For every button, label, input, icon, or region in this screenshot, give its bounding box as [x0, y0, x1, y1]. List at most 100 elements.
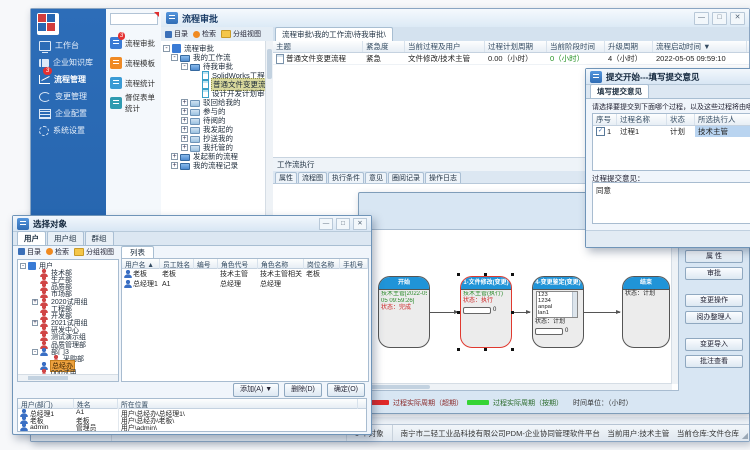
search-button[interactable]: 检索 — [192, 29, 217, 39]
exec-tab[interactable]: 流程图 — [298, 172, 327, 183]
tree-expander[interactable]: + — [181, 108, 188, 115]
dialog-titlebar[interactable]: 选择对象 — □ ✕ — [13, 216, 371, 232]
selection-handle[interactable] — [484, 273, 487, 276]
user-row[interactable]: 总经理1 A1 总经理 总经理 — [122, 279, 368, 289]
process-row[interactable]: ✓1 过程1 计划 技术主管 — [593, 126, 750, 137]
workflow-canvas[interactable]: 开始 技术主管[2022-05- 05 09:59:26] 状态：完成 1-文件… — [365, 229, 679, 391]
tab-users[interactable]: 用户 — [17, 231, 46, 245]
tree-expander[interactable]: + — [181, 144, 188, 151]
column-header[interactable]: 紧急度 — [363, 41, 405, 52]
opinion-textarea[interactable]: 同意 — [592, 182, 750, 224]
tree-expander[interactable]: - — [20, 263, 26, 269]
workflow-action-button[interactable]: 审批 — [685, 267, 743, 280]
workflow-action-button[interactable]: 变更操作 — [685, 294, 743, 307]
selection-handle[interactable] — [511, 348, 514, 351]
tree-expander[interactable]: + — [171, 162, 178, 169]
tree-expander[interactable]: - — [163, 45, 170, 52]
menu-item-process-stats[interactable]: 流程统计 — [110, 75, 159, 91]
list-tab[interactable]: 列表 — [121, 246, 154, 258]
column-header[interactable]: 岗位名称 — [304, 259, 340, 269]
column-header[interactable]: 当前过程及用户 — [405, 41, 485, 52]
workflow-action-button[interactable]: 阅办整理人 — [685, 311, 743, 324]
exec-tab[interactable]: 执行条件 — [328, 172, 364, 183]
executor-cell[interactable]: 技术主管 — [698, 126, 728, 137]
minimize-button[interactable]: — — [319, 218, 333, 230]
menu-item-process-approval[interactable]: 流程审批3 — [110, 35, 159, 51]
workflow-node-start[interactable]: 开始 技术主管[2022-05- 05 09:59:26] 状态：完成 — [378, 276, 430, 348]
close-button[interactable]: ✕ — [730, 12, 745, 25]
workflow-node-file-modify[interactable]: 1-文件修改(变更) 技术主管(执行) 状态：执行 0 — [460, 276, 512, 348]
column-header[interactable]: 流程启动时间 ▼ — [653, 41, 747, 52]
maximize-button[interactable]: □ — [712, 12, 727, 25]
sidebar-item-workbench[interactable]: 工作台 — [31, 37, 106, 54]
tree-expander[interactable]: + — [181, 126, 188, 133]
exec-tab[interactable]: 属性 — [275, 172, 297, 183]
minimize-button[interactable]: — — [694, 12, 709, 25]
sidebar-item-system-settings[interactable]: 系统设置 — [31, 122, 106, 139]
menu-item-process-template[interactable]: 流程模板 — [110, 55, 159, 71]
tree-item[interactable]: + 我的流程记录 — [161, 161, 273, 170]
canvas-hscrollbar[interactable] — [366, 383, 672, 390]
close-button[interactable]: ✕ — [353, 218, 367, 230]
tab-fill-opinion[interactable]: 填写提交意见 — [590, 84, 649, 98]
sidebar-item-knowledge[interactable]: 企业知识库 — [31, 54, 106, 71]
group-view-button[interactable]: 分组视图 — [73, 247, 115, 257]
panel-titlebar[interactable]: 流程审批 — □ ✕ — [161, 9, 749, 28]
tree-hscrollbar[interactable] — [18, 374, 118, 381]
sidebar-item-enterprise-config[interactable]: 企业配置 — [31, 105, 106, 122]
column-header[interactable]: 升级周期 — [605, 41, 653, 52]
menu-item-form-stats[interactable]: 督促表单统计 — [110, 95, 159, 111]
selection-handle[interactable] — [457, 273, 460, 276]
tree-expander[interactable]: + — [181, 135, 188, 142]
workflow-action-button[interactable]: 变更导入 — [685, 338, 743, 351]
exec-tab[interactable]: 操作日志 — [425, 172, 461, 183]
catalog-button[interactable]: 目录 — [17, 247, 42, 257]
selected-user-row[interactable]: admin 管理员 用户\admin\ — [18, 424, 366, 431]
ok-button[interactable]: 确定(O) — [327, 383, 365, 397]
exec-tab[interactable]: 意见 — [365, 172, 387, 183]
column-header[interactable]: 员工姓名 — [160, 259, 194, 269]
workflow-action-button[interactable]: 批注查看 — [685, 355, 743, 368]
selection-handle[interactable] — [511, 273, 514, 276]
selection-handle[interactable] — [457, 348, 460, 351]
sidebar-item-process-mgmt[interactable]: 流程管理3 — [31, 71, 106, 88]
tab-user-groups[interactable]: 用户组 — [47, 231, 84, 245]
menu-search-input[interactable] — [110, 13, 158, 25]
tree-expander[interactable]: + — [171, 153, 178, 160]
tree-expander[interactable]: + — [32, 299, 38, 305]
exec-tab[interactable]: 圈阅记录 — [388, 172, 424, 183]
user-row[interactable]: 老板 老板 技术主管 技术主管相关 老板 — [122, 269, 368, 279]
dialog-titlebar[interactable]: 提交开始---填写提交意见 — [586, 69, 750, 85]
workflow-node-end[interactable]: 结束 状态：计划 — [622, 276, 670, 348]
column-header[interactable]: 过程计划周期 — [485, 41, 547, 52]
workflow-action-button[interactable]: 属 性 — [685, 250, 743, 263]
tree-expander[interactable]: - — [32, 349, 38, 355]
maximize-button[interactable]: □ — [336, 218, 350, 230]
tree-expander[interactable]: - — [171, 54, 178, 61]
column-header[interactable]: 编号 — [194, 259, 218, 269]
sidebar-item-change-mgmt[interactable]: 变更管理 — [31, 88, 106, 105]
tab-groups[interactable]: 群组 — [85, 231, 114, 245]
column-header[interactable]: 用户名 ▲ — [122, 259, 160, 269]
tree-expander[interactable]: + — [181, 99, 188, 106]
column-header[interactable]: 手机号 — [340, 259, 368, 269]
search-button[interactable]: 检索 — [45, 247, 70, 257]
add-button[interactable]: 添加(A) ▼ — [233, 383, 279, 397]
column-header[interactable]: 角色名称 — [258, 259, 304, 269]
worklist-row[interactable]: 普通文件变更流程 紧急 文件修改/技术主管 0.00（小时） 0（小时） 4（小… — [273, 53, 749, 65]
selection-handle[interactable] — [457, 311, 460, 314]
checkbox-checked[interactable]: ✓ — [596, 127, 605, 136]
tree-expander[interactable]: + — [181, 117, 188, 124]
column-header[interactable]: 角色代号 — [218, 259, 258, 269]
resize-grip[interactable]: ◢ — [742, 431, 748, 440]
column-header[interactable]: 主题 — [273, 41, 363, 52]
worklist-tab[interactable]: 流程审批\我的工作流\待我审批\ — [275, 27, 393, 41]
delete-button[interactable]: 删除(D) — [284, 383, 322, 397]
selection-handle[interactable] — [484, 348, 487, 351]
executor-listbox[interactable]: 1231234anpallan1 — [536, 291, 578, 318]
tree-expander[interactable]: + — [32, 320, 38, 326]
catalog-button[interactable]: 目录 — [164, 29, 189, 39]
canvas-vscrollbar[interactable] — [671, 230, 678, 384]
tree-expander[interactable]: - — [181, 63, 188, 70]
workflow-node-change-review[interactable]: 4-变更鉴定(变更) 1231234anpallan1 状态：计划 0 — [532, 276, 584, 348]
